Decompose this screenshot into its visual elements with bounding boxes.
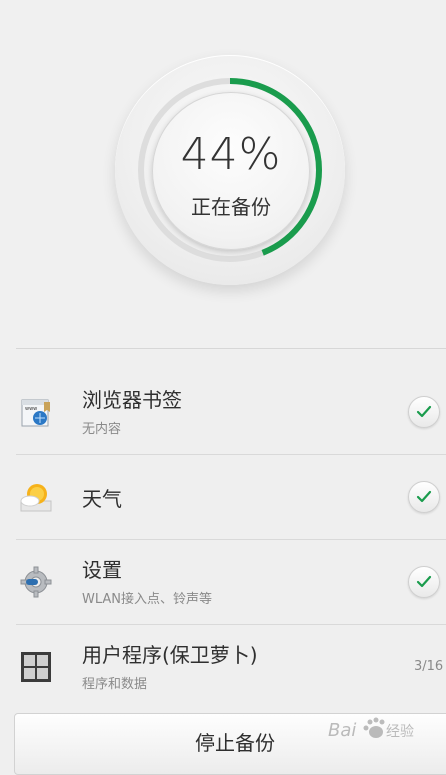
progress-center: 44% 正在备份 bbox=[152, 92, 310, 250]
app-grid-icon bbox=[18, 649, 54, 685]
item-title: 设置 bbox=[82, 558, 122, 582]
settings-gear-icon bbox=[18, 564, 54, 600]
progress-status: 正在备份 bbox=[191, 195, 271, 219]
progress-percent: 44% bbox=[180, 129, 282, 180]
item-subtitle: WLAN接入点、铃声等 bbox=[82, 592, 213, 607]
item-title: 浏览器书签 bbox=[82, 388, 182, 412]
list-item-weather[interactable]: 天气 bbox=[16, 454, 446, 539]
weather-sun-cloud-icon bbox=[18, 479, 54, 515]
svg-text:经验: 经验 bbox=[386, 724, 414, 740]
baidu-jingyan-watermark: Bai 经验 bbox=[328, 717, 414, 741]
checkbox-checked[interactable] bbox=[408, 566, 440, 598]
list-item-settings[interactable]: 设置 WLAN接入点、铃声等 bbox=[16, 539, 446, 624]
svg-text:Bai: Bai bbox=[328, 720, 356, 741]
svg-text:www: www bbox=[25, 406, 37, 412]
checkmark-icon bbox=[416, 575, 432, 588]
item-subtitle: 程序和数据 bbox=[82, 677, 148, 692]
item-title: 用户程序(保卫萝卜) bbox=[82, 643, 258, 667]
backup-item-list: www 浏览器书签 无内容 天气 设置 WLAN接入点、铃声等 用户程序(保卫萝… bbox=[0, 370, 446, 709]
checkmark-icon bbox=[416, 405, 432, 418]
section-divider bbox=[16, 348, 446, 349]
checkbox-checked[interactable] bbox=[408, 481, 440, 513]
item-title: 天气 bbox=[82, 487, 122, 511]
checkbox-checked[interactable] bbox=[408, 396, 440, 428]
checkmark-icon bbox=[416, 490, 432, 503]
browser-bookmarks-icon: www bbox=[18, 394, 54, 430]
progress-dial: 44% 正在备份 bbox=[115, 55, 345, 285]
backup-progress-area: 44% 正在备份 bbox=[0, 0, 446, 350]
item-progress-count: 3/16 bbox=[414, 659, 444, 674]
item-subtitle: 无内容 bbox=[82, 422, 122, 437]
list-item-user-apps[interactable]: 用户程序(保卫萝卜) 程序和数据 3/16 bbox=[16, 624, 446, 709]
list-item-browser-bookmarks[interactable]: www 浏览器书签 无内容 bbox=[0, 370, 446, 454]
